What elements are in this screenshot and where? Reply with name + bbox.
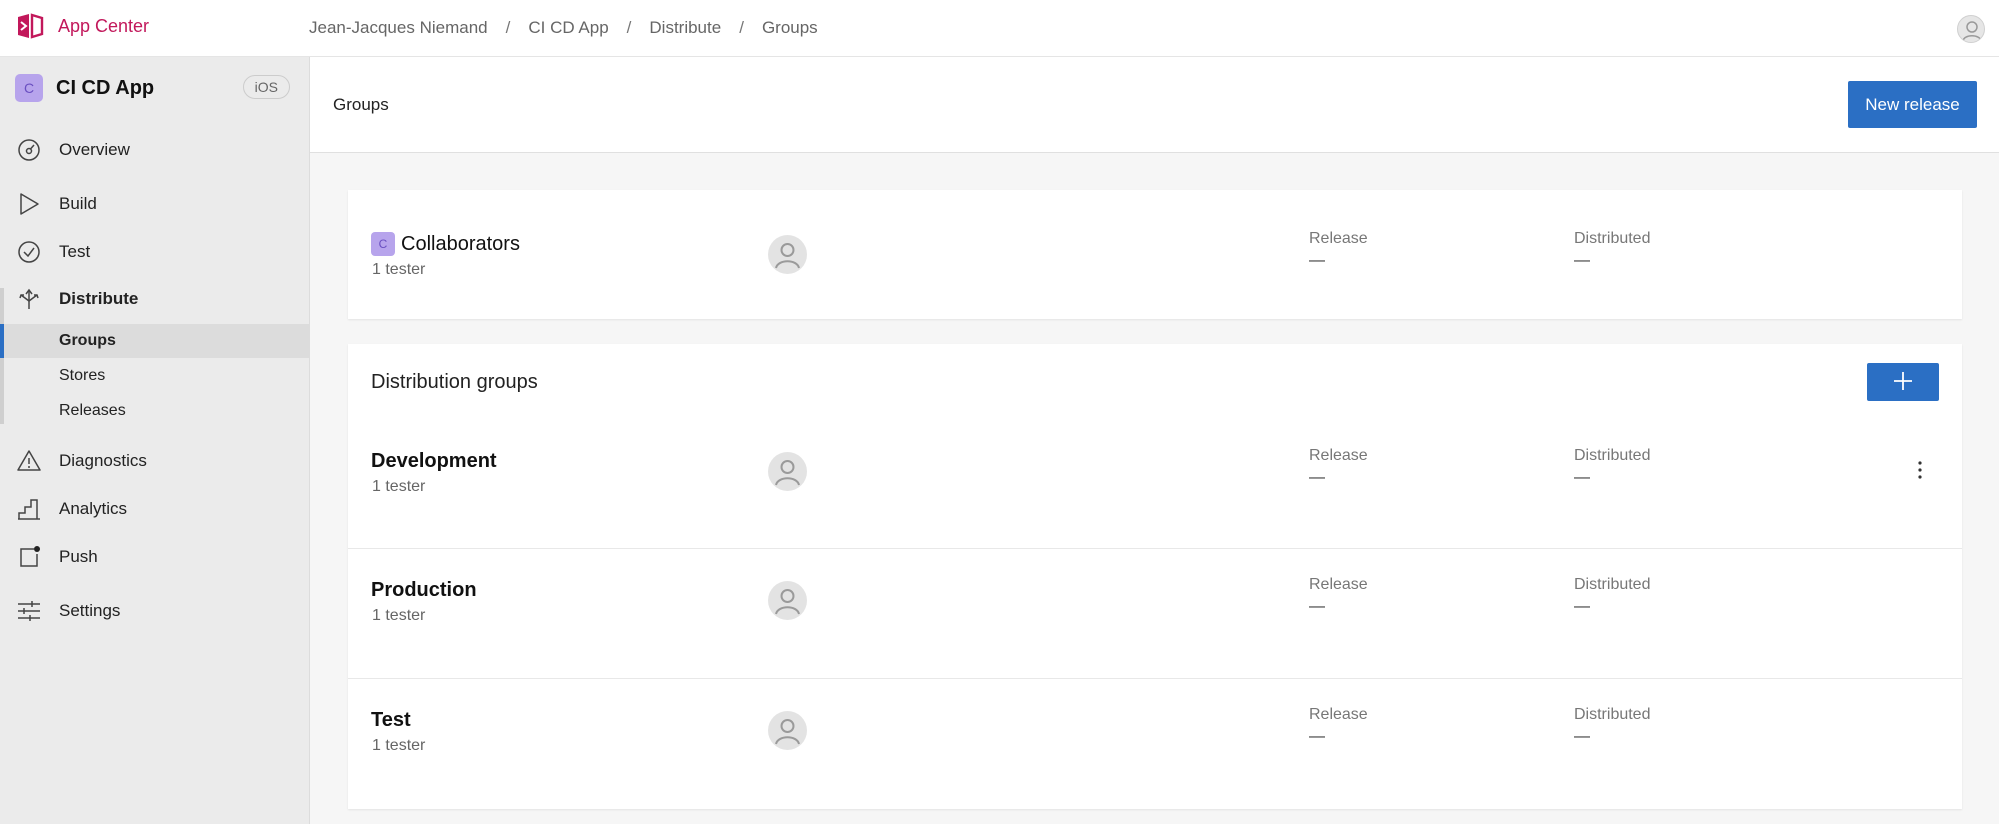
distributed-value: — bbox=[1574, 728, 1590, 745]
distributed-label: Distributed bbox=[1574, 576, 1651, 593]
active-indicator bbox=[0, 324, 4, 358]
distribution-groups-card: Distribution groups Development 1 tester… bbox=[348, 344, 1962, 809]
tester-count: 1 tester bbox=[372, 261, 426, 278]
sidebar-item-label: Build bbox=[59, 194, 97, 213]
group-name: Test bbox=[371, 709, 411, 731]
sidebar-item-label: Diagnostics bbox=[59, 451, 147, 470]
top-bar: App Center Jean-Jacques Niemand / CI CD … bbox=[0, 0, 1999, 57]
tester-count: 1 tester bbox=[372, 737, 426, 754]
sidebar-item-test[interactable]: Test bbox=[0, 234, 310, 270]
release-label: Release bbox=[1309, 447, 1368, 464]
collaborators-name: Collaborators bbox=[401, 233, 520, 255]
push-notification-icon bbox=[20, 546, 40, 567]
section-title: Distribution groups bbox=[371, 371, 538, 393]
distribute-arrows-icon bbox=[19, 288, 39, 309]
page-title: Groups bbox=[333, 95, 389, 114]
settings-sliders-icon bbox=[18, 601, 40, 621]
sidebar-item-label: Distribute bbox=[59, 289, 139, 308]
tester-count: 1 tester bbox=[372, 607, 426, 624]
distributed-value: — bbox=[1574, 469, 1590, 486]
sidebar-item-label: Analytics bbox=[59, 499, 128, 518]
plus-icon bbox=[1894, 371, 1912, 390]
distributed-label: Distributed bbox=[1574, 230, 1651, 247]
collaborators-card[interactable]: C Collaborators 1 tester Release — Distr… bbox=[348, 190, 1962, 319]
sidebar-item-label: Groups bbox=[59, 332, 116, 349]
distributed-label: Distributed bbox=[1574, 706, 1651, 723]
breadcrumb: Jean-Jacques Niemand / CI CD App / Distr… bbox=[309, 18, 818, 38]
sidebar-item-push[interactable]: Push bbox=[0, 539, 310, 575]
group-row-production[interactable]: Production 1 tester Release — Distribute… bbox=[348, 549, 1962, 678]
more-options-button[interactable] bbox=[1908, 458, 1932, 482]
more-vertical-icon bbox=[1918, 461, 1922, 479]
add-group-button[interactable] bbox=[1867, 363, 1939, 401]
release-label: Release bbox=[1309, 230, 1368, 247]
release-value: — bbox=[1309, 728, 1325, 745]
test-check-icon bbox=[18, 241, 40, 263]
tester-avatar bbox=[768, 711, 807, 750]
group-row-development[interactable]: Development 1 tester Release — Distribut… bbox=[348, 420, 1962, 524]
platform-badge: iOS bbox=[242, 75, 290, 99]
app-name: CI CD App bbox=[56, 76, 155, 99]
group-name: Development bbox=[371, 450, 497, 472]
user-avatar[interactable] bbox=[1957, 15, 1985, 43]
breadcrumb-separator: / bbox=[626, 18, 632, 37]
breadcrumb-item-app[interactable]: CI CD App bbox=[528, 18, 608, 38]
user-avatar-icon bbox=[775, 589, 800, 615]
page-header: Groups New release bbox=[310, 57, 1999, 153]
collaborators-icon: C bbox=[371, 232, 395, 256]
brand[interactable]: App Center bbox=[15, 11, 149, 41]
distributed-value: — bbox=[1574, 252, 1590, 269]
tester-avatar bbox=[768, 581, 807, 620]
diagnostics-warning-icon bbox=[17, 450, 41, 471]
release-value: — bbox=[1309, 252, 1325, 269]
user-avatar-icon bbox=[775, 460, 800, 486]
breadcrumb-item-groups[interactable]: Groups bbox=[762, 18, 818, 38]
release-value: — bbox=[1309, 469, 1325, 486]
overview-gauge-icon bbox=[18, 139, 40, 161]
build-play-icon bbox=[20, 193, 39, 215]
sidebar-subitem-releases[interactable]: Releases bbox=[0, 394, 310, 428]
breadcrumb-separator: / bbox=[739, 18, 744, 37]
app-selector[interactable]: C CI CD App iOS bbox=[15, 73, 290, 103]
new-release-button[interactable]: New release bbox=[1848, 81, 1977, 128]
tester-avatar bbox=[768, 235, 807, 274]
app-icon: C bbox=[15, 74, 43, 102]
sidebar-subitem-stores[interactable]: Stores bbox=[0, 359, 310, 393]
tester-avatar bbox=[768, 452, 807, 491]
group-row-test[interactable]: Test 1 tester Release — Distributed — bbox=[348, 679, 1962, 809]
sidebar-item-label: Stores bbox=[59, 367, 106, 384]
distributed-label: Distributed bbox=[1574, 447, 1651, 464]
release-label: Release bbox=[1309, 576, 1368, 593]
sidebar-item-distribute[interactable]: Distribute bbox=[0, 281, 310, 317]
sidebar-item-overview[interactable]: Overview bbox=[0, 132, 310, 168]
sidebar-item-settings[interactable]: Settings bbox=[0, 593, 310, 629]
sidebar-item-build[interactable]: Build bbox=[0, 186, 310, 222]
brand-name: App Center bbox=[58, 15, 150, 36]
user-avatar-icon bbox=[775, 719, 800, 745]
sidebar-item-label: Test bbox=[59, 242, 91, 261]
breadcrumb-item-user[interactable]: Jean-Jacques Niemand bbox=[309, 18, 488, 38]
distributed-value: — bbox=[1574, 598, 1590, 615]
group-name: Production bbox=[371, 579, 477, 601]
sidebar-item-label: Releases bbox=[59, 402, 126, 419]
breadcrumb-separator: / bbox=[505, 18, 511, 37]
sidebar-item-label: Push bbox=[59, 547, 98, 566]
sidebar: C CI CD App iOS Overview Build Test Dist… bbox=[0, 57, 310, 824]
breadcrumb-item-distribute[interactable]: Distribute bbox=[649, 18, 721, 38]
analytics-bars-icon bbox=[18, 499, 40, 520]
sidebar-subitem-groups[interactable]: Groups bbox=[0, 324, 310, 358]
sidebar-item-analytics[interactable]: Analytics bbox=[0, 491, 310, 527]
release-label: Release bbox=[1309, 706, 1368, 723]
sidebar-item-label: Overview bbox=[59, 140, 130, 159]
user-avatar-icon bbox=[775, 243, 800, 269]
tester-count: 1 tester bbox=[372, 478, 426, 495]
release-value: — bbox=[1309, 598, 1325, 615]
sidebar-item-label: Settings bbox=[59, 601, 121, 620]
sidebar-item-diagnostics[interactable]: Diagnostics bbox=[0, 443, 310, 479]
app-center-logo-icon bbox=[18, 13, 44, 39]
user-avatar-icon bbox=[1962, 21, 1982, 42]
